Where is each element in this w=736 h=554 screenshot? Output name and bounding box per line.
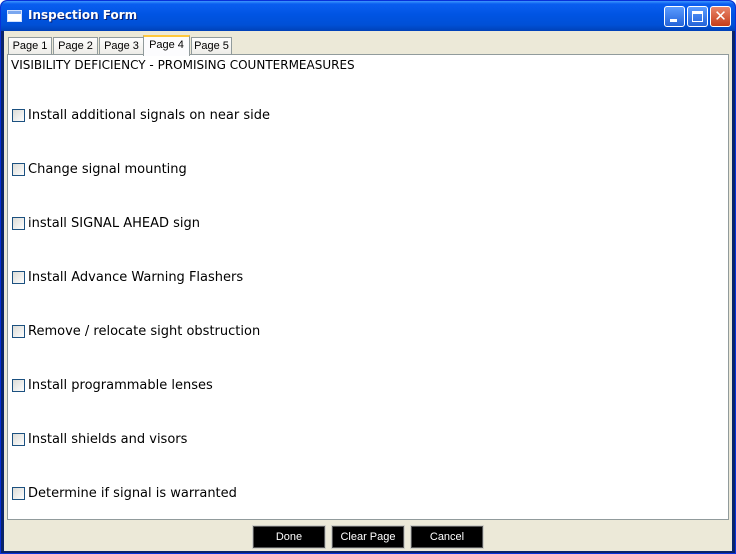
tab-page-2[interactable]: Page 2 <box>53 37 98 55</box>
checkbox[interactable] <box>12 109 25 122</box>
tab-page-3[interactable]: Page 3 <box>99 37 144 55</box>
tab-panel-page-4: VISIBILITY DEFICIENCY - PROMISING COUNTE… <box>7 54 729 520</box>
window-icon <box>7 10 22 22</box>
checkbox-label[interactable]: Determine if signal is warranted <box>28 486 237 501</box>
close-icon: ✕ <box>714 7 727 25</box>
title-bar[interactable]: Inspection Form ✕ <box>1 1 735 31</box>
checkbox-label[interactable]: Install programmable lenses <box>28 378 213 393</box>
checkbox[interactable] <box>12 217 25 230</box>
checkbox[interactable] <box>12 433 25 446</box>
maximize-button[interactable] <box>687 6 708 27</box>
checkbox[interactable] <box>12 487 25 500</box>
checkbox[interactable] <box>12 163 25 176</box>
maximize-icon <box>692 11 703 22</box>
tab-page-1[interactable]: Page 1 <box>8 37 52 55</box>
checkbox-label[interactable]: install SIGNAL AHEAD sign <box>28 216 200 231</box>
checkbox[interactable] <box>12 325 25 338</box>
checkbox[interactable] <box>12 379 25 392</box>
checkbox[interactable] <box>12 271 25 284</box>
tab-page-5[interactable]: Page 5 <box>191 37 232 55</box>
checkbox-label[interactable]: Remove / relocate sight obstruction <box>28 324 260 339</box>
done-button[interactable]: Done <box>252 525 326 549</box>
clear-page-button[interactable]: Clear Page <box>331 525 405 549</box>
close-button[interactable]: ✕ <box>710 6 731 27</box>
tab-page-4[interactable]: Page 4 <box>143 35 190 56</box>
minimize-icon <box>670 19 677 22</box>
section-heading: VISIBILITY DEFICIENCY - PROMISING COUNTE… <box>11 58 355 72</box>
inspection-form-window: Inspection Form ✕ Page 1 Page 2 Page 3 P… <box>0 0 736 554</box>
checkbox-label[interactable]: Install additional signals on near side <box>28 108 270 123</box>
client-area: Page 1 Page 2 Page 3 Page 4 Page 5 VISIB… <box>4 31 732 551</box>
checkbox-label[interactable]: Install shields and visors <box>28 432 187 447</box>
window-title: Inspection Form <box>28 8 138 22</box>
checkbox-label[interactable]: Install Advance Warning Flashers <box>28 270 243 285</box>
cancel-button[interactable]: Cancel <box>410 525 484 549</box>
minimize-button[interactable] <box>664 6 685 27</box>
checkbox-label[interactable]: Change signal mounting <box>28 162 187 177</box>
